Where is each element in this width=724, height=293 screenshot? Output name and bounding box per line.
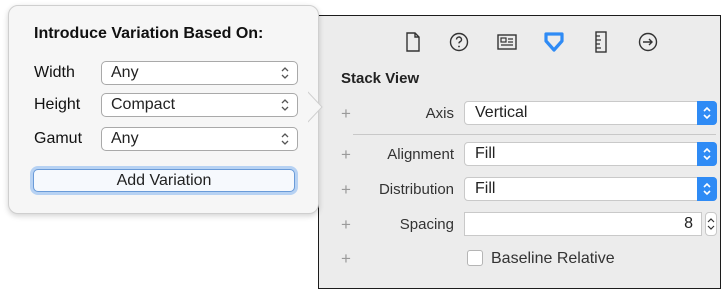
- gamut-value: Any: [111, 130, 139, 147]
- chevron-updown-icon: [697, 142, 717, 166]
- add-variation-plus-spacing[interactable]: +: [341, 212, 351, 238]
- alignment-row: + Alignment Fill: [319, 142, 720, 168]
- gamut-label: Gamut: [34, 130, 83, 147]
- file-icon[interactable]: [402, 30, 424, 54]
- height-select[interactable]: Compact: [101, 93, 298, 117]
- chevron-updown-icon: [281, 133, 289, 145]
- chevron-updown-icon: [697, 177, 717, 201]
- width-row: Width Any: [9, 61, 318, 85]
- height-label: Height: [34, 96, 81, 113]
- distribution-popup[interactable]: Fill: [464, 177, 717, 201]
- axis-popup[interactable]: Vertical: [464, 101, 717, 125]
- baseline-relative-label[interactable]: Baseline Relative: [491, 246, 615, 272]
- baseline-row: + Baseline Relative: [319, 246, 720, 272]
- distribution-value: Fill: [475, 180, 496, 197]
- axis-row: + Axis Vertical: [319, 101, 720, 127]
- gamut-row: Gamut Any: [9, 127, 318, 151]
- size-icon[interactable]: [590, 30, 612, 54]
- inspector-toolbar: [319, 16, 720, 68]
- popover-title: Introduce Variation Based On:: [34, 25, 264, 42]
- axis-label: Axis: [425, 105, 454, 122]
- alignment-value: Fill: [475, 145, 496, 162]
- identity-icon[interactable]: [496, 30, 518, 54]
- gamut-select[interactable]: Any: [101, 127, 298, 151]
- attributes-icon[interactable]: [543, 30, 565, 54]
- width-value: Any: [111, 64, 139, 81]
- width-select[interactable]: Any: [101, 61, 298, 85]
- popover-arrow: [306, 90, 332, 124]
- add-variation-plus-alignment[interactable]: +: [341, 142, 351, 168]
- help-icon[interactable]: [448, 30, 470, 54]
- spacing-stepper[interactable]: [705, 212, 717, 236]
- variation-popover: Introduce Variation Based On: Width Any …: [8, 5, 319, 214]
- height-value: Compact: [111, 96, 176, 113]
- chevron-updown-icon: [281, 99, 289, 111]
- height-row: Height Compact: [9, 93, 318, 117]
- chevron-updown-icon: [281, 67, 289, 79]
- add-variation-plus-axis[interactable]: +: [341, 101, 351, 127]
- section-title: Stack View: [341, 70, 420, 87]
- add-variation-plus-baseline[interactable]: +: [341, 246, 351, 272]
- alignment-popup[interactable]: Fill: [464, 142, 717, 166]
- baseline-relative-checkbox[interactable]: [467, 250, 483, 266]
- spacing-row: + Spacing 8: [319, 212, 720, 238]
- add-variation-button[interactable]: Add Variation: [33, 169, 295, 192]
- alignment-label: Alignment: [387, 146, 454, 163]
- connections-icon[interactable]: [637, 30, 659, 54]
- distribution-row: + Distribution Fill: [319, 177, 720, 203]
- attributes-inspector: Stack View + Axis Vertical + Alignment F…: [318, 15, 721, 289]
- distribution-label: Distribution: [378, 181, 454, 198]
- spacing-field[interactable]: 8: [464, 212, 702, 236]
- row-divider: [353, 134, 716, 135]
- chevron-updown-icon: [697, 101, 717, 125]
- width-label: Width: [34, 64, 75, 81]
- axis-value: Vertical: [475, 104, 528, 121]
- add-variation-plus-distribution[interactable]: +: [341, 177, 351, 203]
- spacing-label: Spacing: [399, 216, 454, 233]
